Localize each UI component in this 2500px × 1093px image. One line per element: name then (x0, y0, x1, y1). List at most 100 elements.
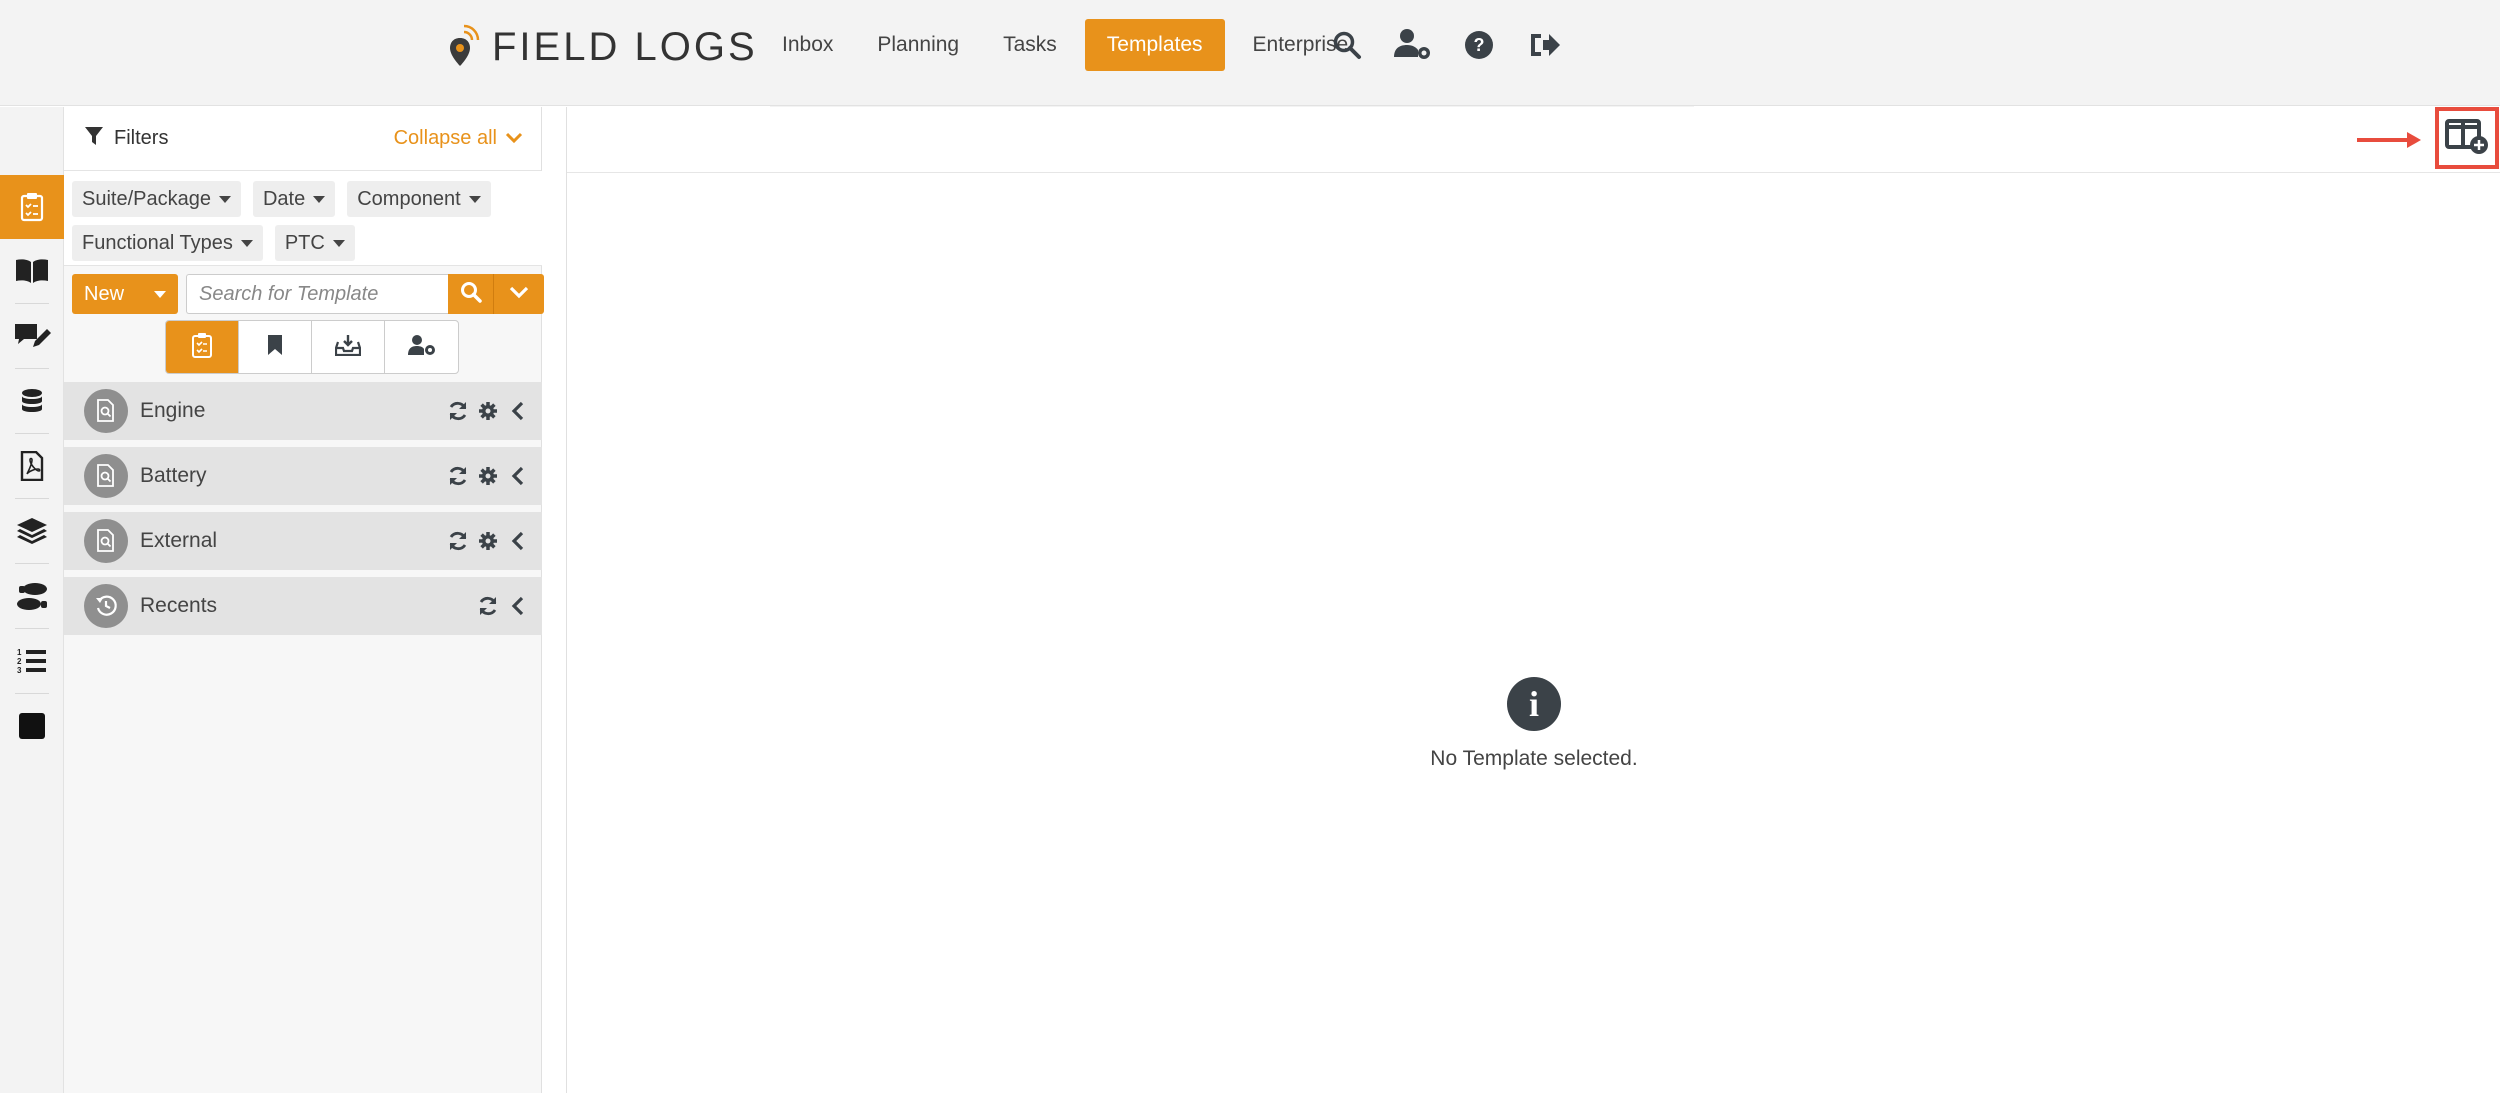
filters-title[interactable]: Filters (84, 126, 168, 152)
caret-down-icon (240, 239, 253, 247)
caret-down-icon (313, 195, 326, 203)
clipboard-icon (191, 332, 213, 363)
chevron-left-icon[interactable] (506, 594, 530, 618)
main-toolbar (567, 107, 2500, 173)
history-icon (84, 584, 128, 628)
tree-item-label: External (140, 529, 218, 552)
empty-state: i No Template selected. (567, 677, 2500, 771)
module-sidebar: 123 (0, 107, 64, 1093)
chip-label: Functional Types (82, 231, 233, 254)
file-search-icon (84, 454, 128, 498)
tree-item-external[interactable]: External (64, 512, 542, 570)
tree-item-label: Recents (140, 594, 218, 617)
sidebar-footprints-icon[interactable] (0, 564, 64, 628)
tree-item-engine[interactable]: Engine (64, 382, 542, 440)
annotation-arrow-head (2407, 132, 2421, 148)
file-search-icon (84, 519, 128, 563)
tree-item-recents[interactable]: Recents (64, 577, 542, 635)
template-search-input[interactable] (186, 274, 448, 314)
refresh-icon[interactable] (446, 399, 470, 423)
collapse-all-button[interactable]: Collapse all (394, 127, 523, 150)
logout-icon[interactable] (1524, 24, 1566, 66)
chevron-down-icon (505, 127, 523, 150)
search-icon (460, 281, 482, 308)
annotation-arrow (2357, 138, 2413, 142)
template-tree: Engine Battery External Recents (64, 382, 542, 642)
tree-item-label: Battery (140, 464, 207, 487)
sidebar-templates-clipboard-icon[interactable] (0, 175, 64, 239)
template-browser-panel: Filters Collapse all Suite/Package Date … (64, 107, 544, 1093)
app-logo[interactable]: FIELD LOGS (448, 22, 758, 72)
sidebar-numbered-list-icon[interactable]: 123 (0, 629, 64, 693)
sidebar-book-icon[interactable] (0, 239, 64, 303)
bookmark-icon (267, 334, 283, 361)
svg-text:3: 3 (17, 666, 22, 675)
refresh-icon[interactable] (446, 529, 470, 553)
refresh-icon[interactable] (446, 464, 470, 488)
nav-planning[interactable]: Planning (855, 19, 981, 71)
logo-text: FIELD LOGS (492, 24, 758, 69)
sidebar-database-icon[interactable] (0, 369, 64, 433)
template-search-row: New (72, 274, 544, 314)
filter-date[interactable]: Date (252, 181, 336, 217)
sidebar-comment-edit-icon[interactable] (0, 304, 64, 368)
new-template-button[interactable]: New (72, 274, 178, 314)
empty-state-message: No Template selected. (1430, 747, 1638, 770)
search-options-toggle[interactable] (494, 274, 544, 314)
chevron-down-icon (509, 285, 529, 304)
chip-label: Date (262, 187, 306, 210)
new-button-label: New (84, 282, 125, 305)
tab-bookmarks[interactable] (239, 321, 312, 373)
filter-funnel-icon (84, 126, 104, 152)
chevron-left-icon[interactable] (506, 529, 530, 553)
search-submit-button[interactable] (448, 274, 494, 314)
refresh-icon[interactable] (476, 594, 500, 618)
nav-inbox[interactable]: Inbox (760, 19, 855, 71)
tab-templates[interactable] (166, 321, 239, 373)
caret-down-icon (468, 195, 481, 203)
svg-text:?: ? (1474, 35, 1485, 55)
tab-user-admin[interactable] (385, 321, 458, 373)
svg-text:2: 2 (17, 657, 22, 666)
nav-icon-group: ? (1326, 24, 1566, 66)
user-cog-icon (407, 334, 436, 361)
gear-icon[interactable] (476, 529, 500, 553)
filter-ptc[interactable]: PTC (274, 225, 355, 261)
sidebar-square-icon[interactable] (0, 694, 64, 758)
gear-icon[interactable] (476, 464, 500, 488)
sidebar-layers-icon[interactable] (0, 499, 64, 563)
nav-templates[interactable]: Templates (1084, 19, 1225, 71)
chip-label: Suite/Package (82, 187, 211, 210)
add-panel-button[interactable] (2435, 107, 2499, 169)
chevron-left-icon[interactable] (506, 399, 530, 423)
filter-suite-package[interactable]: Suite/Package (72, 181, 241, 217)
filters-header: Filters Collapse all (64, 107, 541, 171)
filter-chips: Suite/Package Date Component Functional … (64, 171, 542, 266)
info-icon: i (1507, 677, 1561, 731)
caret-down-icon (332, 239, 345, 247)
chip-label: PTC (284, 231, 325, 254)
location-pin-icon (448, 24, 480, 70)
top-navbar: FIELD LOGS Inbox Planning Tasks Template… (0, 0, 2500, 106)
filter-functional-types[interactable]: Functional Types (72, 225, 263, 261)
filter-component[interactable]: Component (347, 181, 491, 217)
chip-label: Component (357, 187, 461, 210)
tree-item-battery[interactable]: Battery (64, 447, 542, 505)
gear-icon[interactable] (476, 399, 500, 423)
view-mode-tabs (165, 320, 459, 374)
caret-down-icon (218, 195, 231, 203)
search-icon[interactable] (1326, 24, 1368, 66)
chevron-left-icon[interactable] (506, 464, 530, 488)
add-column-layout-icon (2445, 118, 2489, 159)
user-settings-icon[interactable] (1392, 24, 1434, 66)
help-icon[interactable]: ? (1458, 24, 1500, 66)
caret-down-icon (154, 290, 166, 298)
filters-label: Filters (114, 127, 169, 149)
svg-text:1: 1 (17, 648, 22, 657)
nav-tasks[interactable]: Tasks (981, 19, 1079, 71)
file-search-icon (84, 389, 128, 433)
collapse-all-label: Collapse all (393, 127, 497, 149)
tab-inbox[interactable] (312, 321, 385, 373)
tree-item-label: Engine (140, 399, 206, 422)
sidebar-pdf-file-icon[interactable] (0, 434, 64, 498)
